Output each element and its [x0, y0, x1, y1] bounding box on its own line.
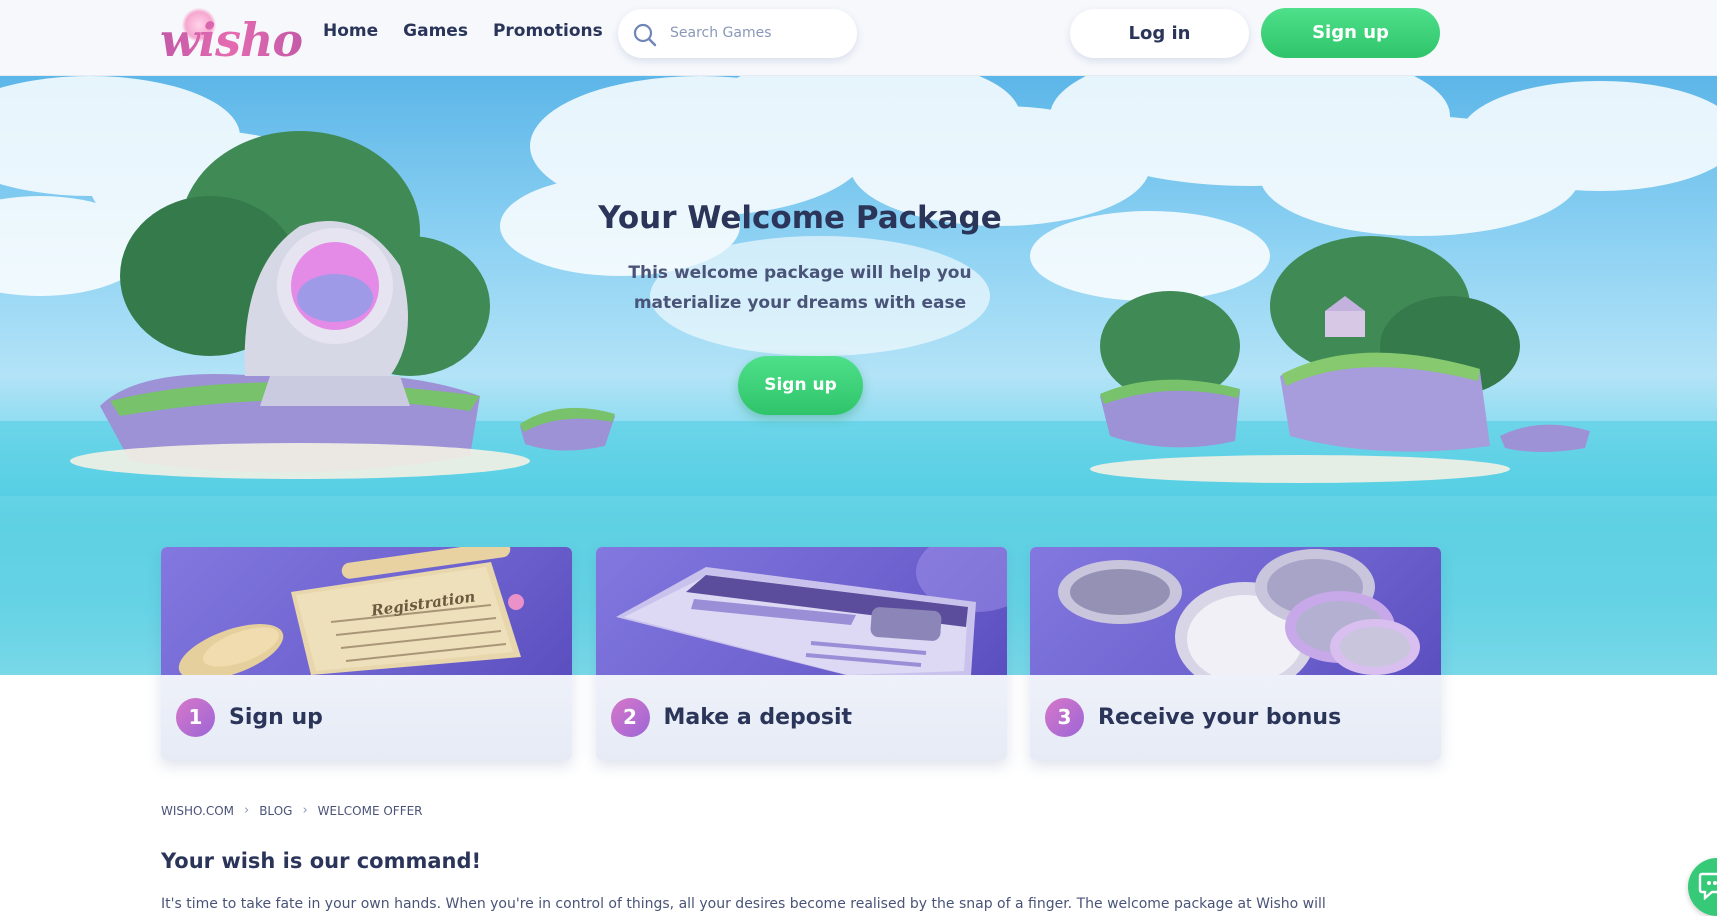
hero-subtitle-line-1: This welcome package will help you — [628, 263, 972, 283]
chevron-right-icon: › — [244, 803, 250, 818]
article-title: Your wish is our command! — [161, 849, 482, 873]
step-label-signup: Sign up — [229, 705, 323, 730]
step-label-bonus: Receive your bonus — [1098, 705, 1342, 730]
nav-promotions-link[interactable]: Promotions — [493, 20, 603, 42]
login-button[interactable]: Log in — [1070, 9, 1249, 58]
breadcrumb-home-link[interactable]: WISHO.COM — [161, 804, 234, 818]
hero-subtitle-line-2: materialize your dreams with ease — [633, 293, 967, 313]
step-footer-signup: 1 Sign up — [161, 675, 572, 760]
chevron-right-icon: › — [302, 803, 308, 818]
step-image-bonus — [1030, 547, 1441, 675]
registration-scroll-icon: Registration — [178, 547, 524, 675]
breadcrumb-current: WELCOME OFFER — [317, 803, 423, 818]
wisho-logo[interactable]: wisho — [158, 6, 303, 67]
step-card-deposit[interactable]: 2 Make a deposit — [595, 547, 1007, 760]
chat-button[interactable] — [1688, 858, 1717, 916]
step-label-deposit: Make a deposit — [663, 705, 853, 730]
step-image-deposit — [595, 547, 1007, 675]
logo-text: wisho — [160, 13, 303, 67]
breadcrumb-blog-link[interactable]: BLOG — [259, 804, 292, 818]
nav-games-link[interactable]: Games — [403, 20, 468, 42]
step-card-bonus[interactable]: 3 Receive your bonus — [1030, 547, 1441, 760]
step-number-3: 3 — [1045, 698, 1084, 737]
hero-title: Your Welcome Package — [598, 200, 1002, 236]
hero-subtitle: This welcome package will help you mater… — [600, 258, 1000, 318]
chat-bubble-icon — [1698, 872, 1717, 900]
header-signup-button[interactable]: Sign up — [1261, 8, 1440, 58]
search-icon — [633, 23, 657, 47]
nav-home-link[interactable]: Home — [323, 20, 378, 42]
step-number-1: 1 — [176, 698, 215, 737]
step-image-signup: Registration — [161, 547, 572, 675]
hero-signup-button[interactable]: Sign up — [738, 356, 863, 415]
credit-card-icon — [615, 547, 1007, 675]
breadcrumb: WISHO.COM › BLOG › WELCOME OFFER — [161, 803, 423, 818]
search-input[interactable] — [670, 21, 840, 45]
step-number-2: 2 — [610, 698, 650, 737]
step-footer-bonus: 3 Receive your bonus — [1030, 675, 1441, 760]
welcome-steps: Registration 1 Sign up 2 Make a deposit … — [161, 547, 1441, 760]
site-header: wisho Home Games Promotions Log in Sign … — [0, 0, 1717, 76]
coins-icon — [1058, 549, 1420, 675]
article-text: It's time to take fate in your own hands… — [161, 896, 1326, 912]
main-nav: Home Games Promotions — [323, 20, 603, 42]
search-box[interactable] — [618, 9, 857, 58]
step-card-signup[interactable]: Registration 1 Sign up — [161, 547, 572, 760]
step-footer-deposit: 2 Make a deposit — [595, 675, 1007, 760]
